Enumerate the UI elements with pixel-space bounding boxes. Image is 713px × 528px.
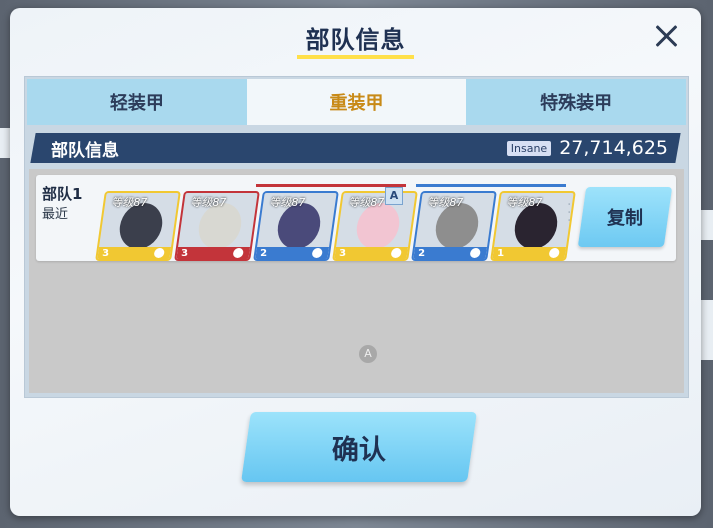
member-slot: 3 — [339, 248, 347, 259]
member-slot: 1 — [497, 248, 505, 259]
team-strip-blue — [416, 184, 566, 187]
confirm-button[interactable]: 确认 — [241, 412, 477, 482]
dialog-title: 部队信息 — [305, 26, 406, 54]
difficulty-badge: Insane — [506, 140, 552, 156]
team-name: 部队1 — [42, 185, 83, 203]
member-card[interactable]: 等级87 3 — [332, 191, 418, 261]
team-info-dialog: 部队信息 轻装甲 重装甲 特殊装甲 部队信息 Insane 27,714,625… — [10, 8, 701, 516]
member-slot: 2 — [260, 248, 268, 259]
member-level: 等级87 — [427, 196, 464, 209]
close-icon[interactable] — [651, 20, 683, 52]
confirm-button-label: 确认 — [332, 434, 386, 466]
header-title: 部队信息 — [51, 140, 119, 161]
tab-light-armor[interactable]: 轻装甲 — [27, 79, 247, 125]
tab-special-armor[interactable]: 特殊装甲 — [466, 79, 687, 125]
member-card[interactable]: 等级87 2 — [411, 191, 497, 261]
team-panel: 轻装甲 重装甲 特殊装甲 部队信息 Insane 27,714,625 部队1 … — [24, 76, 689, 398]
team-row[interactable]: 部队1 最近 等级87 3 等级87 3 等级87 2 等级87 3 A 等级8… — [36, 175, 676, 261]
team-list: 部队1 最近 等级87 3 等级87 3 等级87 2 等级87 3 A 等级8… — [29, 169, 684, 393]
member-level: 等级87 — [111, 196, 148, 209]
armor-tabs: 轻装甲 重装甲 特殊装甲 — [27, 79, 687, 125]
tab-heavy-armor[interactable]: 重装甲 — [246, 79, 467, 125]
member-slot: 2 — [418, 248, 426, 259]
member-level: 等级87 — [190, 196, 227, 209]
member-slot: 3 — [102, 248, 110, 259]
list-marker: A — [359, 345, 377, 363]
member-level: 等级87 — [348, 196, 385, 209]
more-icon: · · · — [567, 197, 572, 229]
team-info-header: 部队信息 Insane 27,714,625 — [30, 133, 681, 163]
copy-button-label: 复制 — [607, 208, 643, 229]
background-panel-right-2 — [699, 300, 713, 360]
background-panel-right — [699, 210, 713, 240]
member-level: 等级87 — [506, 196, 543, 209]
member-card[interactable]: 等级87 2 — [253, 191, 339, 261]
copy-button[interactable]: 复制 — [577, 187, 673, 247]
team-strip-red — [256, 184, 406, 187]
member-card[interactable]: 等级87 3 — [174, 191, 260, 261]
member-level: 等级87 — [269, 196, 306, 209]
member-card[interactable]: 等级87 1 — [490, 191, 576, 261]
team-sub-label: 最近 — [42, 207, 69, 222]
special-badge: A — [385, 187, 403, 205]
score-value: 27,714,625 — [559, 137, 668, 159]
member-slot: 3 — [181, 248, 189, 259]
title-underline — [297, 55, 414, 59]
member-card[interactable]: 等级87 3 — [95, 191, 181, 261]
